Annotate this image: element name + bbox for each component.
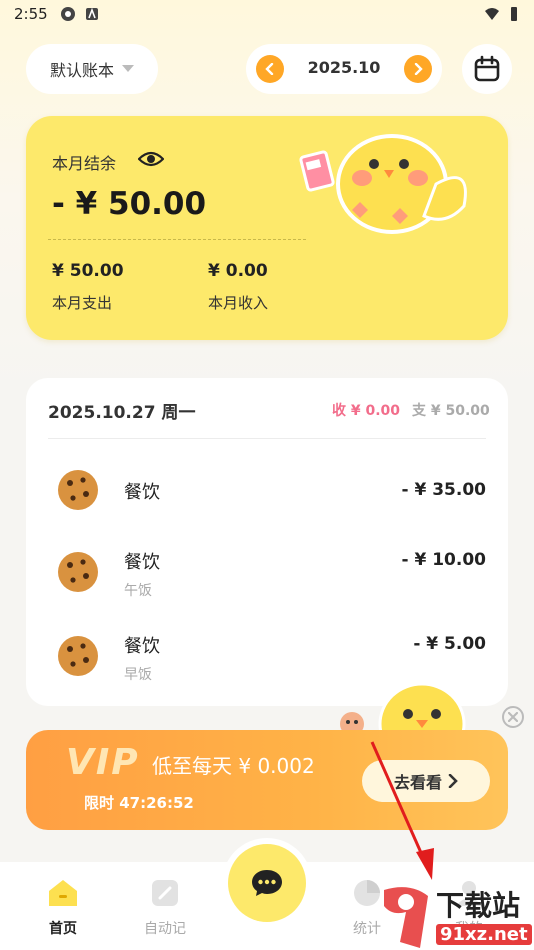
balance-amount: - ¥ 50.00 [52, 186, 207, 222]
transaction-note: 午饭 [124, 583, 152, 599]
site-watermark: 下载站 91xz.net [380, 882, 534, 950]
cookie-icon [58, 470, 98, 510]
transaction-row[interactable]: 餐饮 - ¥ 35.00 [26, 454, 508, 524]
scroll-peek-row [26, 348, 508, 358]
cookie-icon [58, 552, 98, 592]
day-date: 2025.10.27 周一 [48, 403, 196, 423]
home-icon [49, 880, 77, 906]
tab-label: 首页 [49, 921, 77, 937]
wifi-icon [485, 8, 499, 20]
watermark-url: 91xz.net [436, 924, 532, 945]
vip-chick-illustration [340, 682, 466, 738]
close-banner-button[interactable] [502, 706, 524, 728]
transaction-amount: - ¥ 35.00 [401, 480, 487, 500]
eye-icon[interactable] [138, 149, 164, 169]
month-navigator: 2025.10 [246, 44, 442, 94]
calendar-button[interactable] [462, 44, 512, 94]
caret-down-icon [122, 65, 134, 72]
ledger-name: 默认账本 [49, 61, 114, 80]
income-value: ¥ 0.00 [208, 261, 268, 281]
ledger-selector[interactable]: 默认账本 [26, 44, 158, 94]
status-time: 2:55 [14, 5, 48, 23]
annotation-arrow-icon [370, 741, 434, 880]
close-icon [508, 712, 518, 722]
day-divider [48, 438, 486, 439]
vip-price-text: 低至每天 ¥ 0.002 [152, 754, 315, 778]
transaction-row[interactable]: 餐饮 午饭 - ¥ 10.00 [26, 538, 508, 608]
current-month[interactable]: 2025.10 [286, 58, 402, 77]
day-expense: 支 ¥ 50.00 [412, 403, 490, 419]
next-month-button[interactable] [404, 55, 432, 83]
chevron-right-icon [448, 774, 458, 788]
prev-month-button[interactable] [256, 55, 284, 83]
add-record-button[interactable] [228, 844, 306, 922]
vip-logo: VIP [66, 742, 140, 783]
day-income: 收 ¥ 0.00 [332, 403, 401, 419]
tab-auto-record[interactable]: 自动记 [120, 876, 210, 946]
balance-label: 本月结余 [52, 154, 117, 173]
chevron-left-icon [265, 63, 274, 75]
auto-record-icon [152, 880, 178, 906]
expense-label: 本月支出 [52, 294, 113, 312]
transaction-category: 餐饮 [124, 636, 160, 657]
chevron-right-icon [414, 63, 423, 75]
cookie-icon [58, 636, 98, 676]
chat-icon [252, 870, 282, 896]
transaction-note: 早饭 [124, 667, 152, 683]
transaction-amount: - ¥ 5.00 [413, 634, 486, 654]
card-divider [48, 239, 306, 240]
status-bar: 2:55 [0, 0, 534, 28]
chick-illustration [299, 134, 467, 234]
tab-home[interactable]: 首页 [18, 876, 108, 946]
transaction-amount: - ¥ 10.00 [401, 550, 487, 570]
expense-value: ¥ 50.00 [52, 261, 124, 281]
income-label: 本月收入 [208, 294, 269, 312]
monthly-summary-card: 本月结余 - ¥ 50.00 ¥ 50.00 本月支出 ¥ 0.00 本月收入 [26, 116, 508, 340]
transaction-category: 餐饮 [124, 552, 160, 573]
vpn-icon [61, 7, 75, 21]
transaction-category: 餐饮 [124, 482, 160, 503]
notification-a-icon [86, 7, 98, 20]
vip-countdown: 限时 47:26:52 [84, 794, 194, 812]
day-group-card: 2025.10.27 周一 收 ¥ 0.00 支 ¥ 50.00 餐饮 - ¥ … [26, 378, 508, 706]
watermark-text: 下载站 [436, 889, 521, 922]
battery-icon [511, 7, 517, 21]
header-bar: 默认账本 2025.10 [0, 44, 534, 96]
calendar-icon [474, 55, 500, 82]
tab-label: 自动记 [144, 921, 186, 937]
